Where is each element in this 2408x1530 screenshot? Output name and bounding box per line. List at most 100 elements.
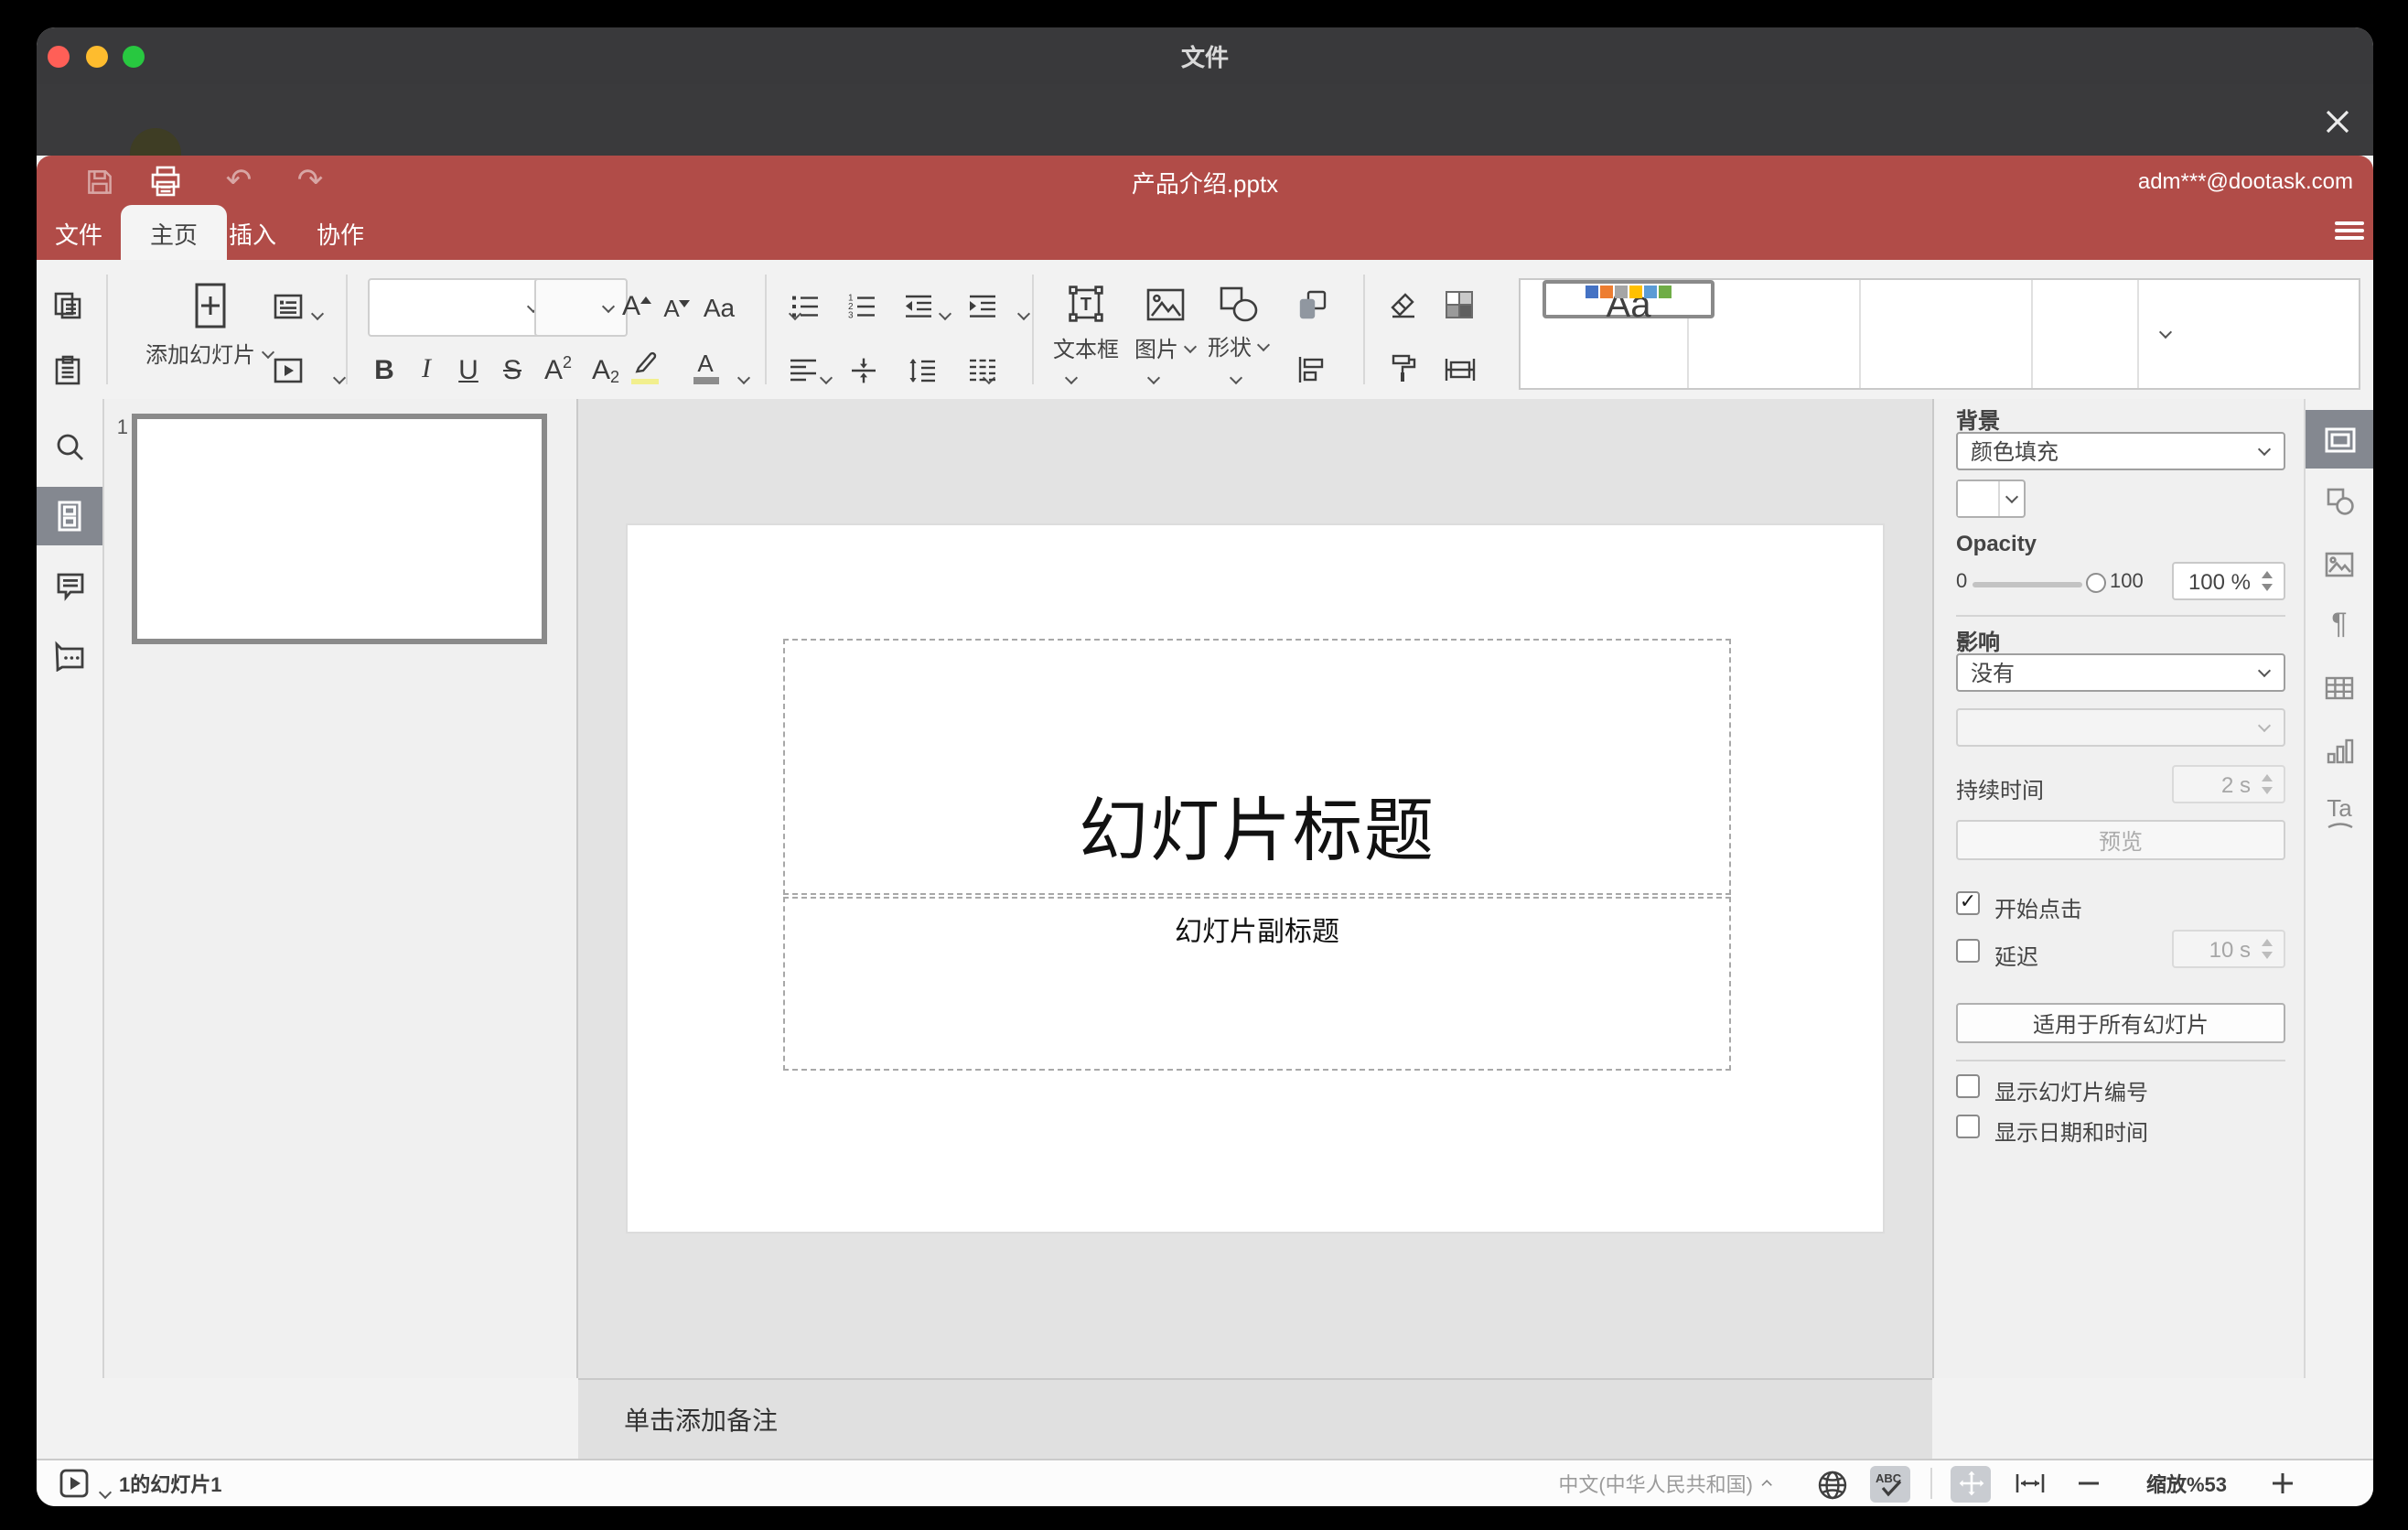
font-color-button[interactable]: A xyxy=(692,349,719,386)
show-date-time-checkbox[interactable] xyxy=(1956,1115,1980,1138)
spell-check-toggle[interactable]: ABC xyxy=(1870,1465,1910,1502)
zoom-out-button[interactable] xyxy=(2073,1468,2104,1499)
preview-button: 预览 xyxy=(1956,820,2285,860)
superscript-button[interactable]: A2 xyxy=(543,353,573,386)
strikeout-button[interactable]: S xyxy=(501,353,523,386)
chevron-down-icon[interactable] xyxy=(309,307,324,322)
numbered-list-icon: 1 2 3 xyxy=(847,292,874,319)
title-placeholder[interactable]: 幻灯片标题 xyxy=(783,639,1731,895)
copy-button[interactable] xyxy=(51,289,84,322)
copy-style-button[interactable] xyxy=(1387,351,1420,386)
theme-option-blank-3[interactable] xyxy=(1861,280,2033,388)
change-case-button[interactable]: Aa xyxy=(699,286,739,322)
sidebar-item-chat[interactable] xyxy=(37,626,102,684)
sidebar-item-image-settings[interactable] xyxy=(2306,534,2373,593)
show-slide-number-checkbox[interactable] xyxy=(1956,1074,1980,1098)
numbered-list-button[interactable]: 1 2 3 xyxy=(845,291,876,320)
highlight-color-button[interactable] xyxy=(631,350,661,386)
clear-style-button[interactable] xyxy=(1387,289,1420,320)
slide[interactable]: 幻灯片标题 幻灯片副标题 xyxy=(626,523,1885,1234)
chevron-down-icon[interactable] xyxy=(736,372,751,386)
fit-to-width-button[interactable] xyxy=(2013,1468,2048,1499)
minimize-traffic-light[interactable] xyxy=(85,45,107,67)
fit-to-slide-button[interactable] xyxy=(1951,1465,1991,1502)
opacity-slider-track[interactable] xyxy=(1973,581,2082,587)
chevron-down-icon[interactable] xyxy=(820,372,834,386)
theme-option-blank-2[interactable] xyxy=(1689,280,1861,388)
notes-area[interactable]: 单击添加备注 xyxy=(578,1378,1932,1459)
font-name-select[interactable] xyxy=(368,278,553,337)
paste-button[interactable] xyxy=(51,353,84,386)
sidebar-item-comments[interactable] xyxy=(37,556,102,615)
decrease-indent-button[interactable] xyxy=(902,291,933,320)
sidebar-item-chart-settings[interactable] xyxy=(2306,721,2373,780)
italic-button[interactable]: I xyxy=(417,353,435,386)
slide-settings-icon xyxy=(2324,426,2355,452)
sidebar-item-text-art-settings[interactable]: Ta xyxy=(2306,783,2373,842)
align-shape-button[interactable] xyxy=(1294,353,1328,386)
opacity-slider-handle[interactable] xyxy=(2086,572,2106,592)
columns-button[interactable] xyxy=(966,355,997,384)
color-scheme-button[interactable] xyxy=(1442,287,1478,322)
background-fill-select[interactable]: 颜色填充 xyxy=(1956,432,2285,470)
decrease-font-button[interactable]: A xyxy=(659,286,695,322)
globe-icon xyxy=(1817,1470,1846,1499)
add-slide-button[interactable]: 添加幻灯片 xyxy=(128,275,293,388)
chart-icon xyxy=(2326,738,2353,763)
theme-gallery-expand-button[interactable] xyxy=(2139,280,2190,388)
start-on-click-checkbox[interactable]: ✓ xyxy=(1956,891,1980,915)
text-box-button[interactable]: T 文本框 xyxy=(1048,275,1123,388)
maximize-traffic-light[interactable] xyxy=(122,45,144,67)
bold-button[interactable]: B xyxy=(371,353,397,386)
start-slideshow-button[interactable] xyxy=(271,353,304,386)
line-spacing-button[interactable] xyxy=(906,355,937,384)
effect-select[interactable]: 没有 xyxy=(1956,653,2285,692)
language-status[interactable]: 中文(中华人民共和国) xyxy=(1464,1460,1775,1506)
subscript-button[interactable]: A2 xyxy=(591,353,620,386)
arrange-shape-button[interactable] xyxy=(1295,287,1330,322)
horizontal-align-button[interactable] xyxy=(787,355,818,384)
apply-to-all-slides-button[interactable]: 适用于所有幻灯片 xyxy=(1956,1003,2285,1043)
theme-option-selected[interactable]: Aa xyxy=(1543,280,1715,324)
background-color-picker[interactable] xyxy=(1956,479,2026,518)
start-slideshow-status-button[interactable] xyxy=(59,1468,90,1499)
underline-button[interactable]: U xyxy=(456,353,481,386)
sidebar-item-paragraph-settings[interactable]: ¶ xyxy=(2306,597,2373,655)
menu-button[interactable] xyxy=(2335,218,2364,243)
sidebar-item-table-settings[interactable] xyxy=(2306,659,2373,717)
zoom-in-button[interactable] xyxy=(2267,1468,2298,1499)
slide-thumbnail[interactable] xyxy=(132,414,547,644)
opacity-spinner[interactable]: 100 % xyxy=(2172,562,2285,600)
close-document-button[interactable] xyxy=(2324,108,2351,135)
increase-font-button[interactable]: A xyxy=(618,286,655,322)
sidebar-item-search[interactable] xyxy=(37,417,102,476)
editor-header: ↶ ↷ 产品介绍.pptx adm***@dootask.com 文件 主页 插… xyxy=(37,156,2373,260)
chevron-down-icon[interactable] xyxy=(938,307,952,322)
bullets-button[interactable] xyxy=(789,291,820,320)
right-sidebar: ¶ Ta xyxy=(2306,399,2373,1378)
tab-insert[interactable]: 插入 xyxy=(218,205,287,260)
close-traffic-light[interactable] xyxy=(48,45,70,67)
slide-layout-button[interactable] xyxy=(271,289,304,322)
font-size-select[interactable] xyxy=(534,278,628,337)
chevron-down-icon[interactable] xyxy=(1016,307,1031,322)
user-email: adm***@dootask.com xyxy=(2137,168,2353,194)
tab-home[interactable]: 主页 xyxy=(121,205,227,260)
vertical-align-button[interactable] xyxy=(847,355,878,384)
tab-collaboration[interactable]: 协作 xyxy=(306,205,375,260)
slide-size-button[interactable] xyxy=(1442,353,1478,386)
chevron-down-icon[interactable] xyxy=(332,372,347,386)
increase-indent-button[interactable] xyxy=(966,291,997,320)
set-language-button[interactable] xyxy=(1815,1468,1848,1501)
shape-button[interactable]: 形状 xyxy=(1204,275,1274,388)
image-button[interactable]: 图片 xyxy=(1131,275,1200,388)
theme-option-blank-4[interactable] xyxy=(2033,280,2139,388)
tab-label: 文件 xyxy=(54,221,102,248)
sidebar-item-slides[interactable] xyxy=(37,487,102,545)
subtitle-placeholder[interactable]: 幻灯片副标题 xyxy=(783,897,1731,1071)
tab-file[interactable]: 文件 xyxy=(44,205,113,260)
sidebar-item-shape-settings[interactable] xyxy=(2306,472,2373,531)
delay-checkbox[interactable] xyxy=(1956,939,1980,963)
sidebar-item-slide-settings[interactable] xyxy=(2306,410,2373,469)
chevron-down-icon[interactable] xyxy=(97,1486,112,1501)
